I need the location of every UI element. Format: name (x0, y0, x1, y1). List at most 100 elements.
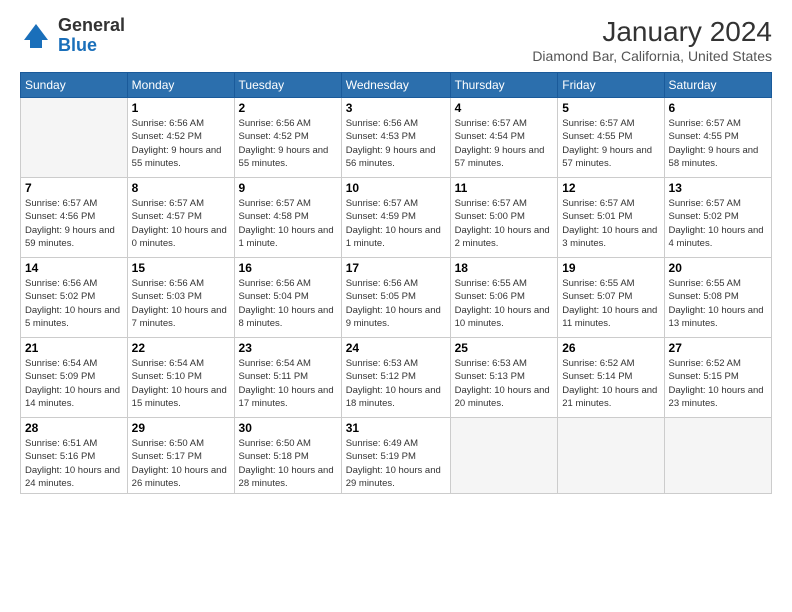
page: General Blue January 2024 Diamond Bar, C… (0, 0, 792, 612)
day-info: Sunrise: 6:55 AMSunset: 5:08 PMDaylight:… (669, 277, 767, 330)
table-row: 7 Sunrise: 6:57 AMSunset: 4:56 PMDayligh… (21, 178, 128, 258)
table-row: 13 Sunrise: 6:57 AMSunset: 5:02 PMDaylig… (664, 178, 771, 258)
table-row: 14 Sunrise: 6:56 AMSunset: 5:02 PMDaylig… (21, 258, 128, 338)
day-info: Sunrise: 6:57 AMSunset: 5:02 PMDaylight:… (669, 197, 767, 250)
table-row: 24 Sunrise: 6:53 AMSunset: 5:12 PMDaylig… (341, 338, 450, 418)
day-number: 10 (346, 181, 446, 195)
day-info: Sunrise: 6:55 AMSunset: 5:07 PMDaylight:… (562, 277, 659, 330)
day-info: Sunrise: 6:54 AMSunset: 5:09 PMDaylight:… (25, 357, 123, 410)
day-number: 1 (132, 101, 230, 115)
logo-icon (20, 20, 52, 52)
day-info: Sunrise: 6:57 AMSunset: 4:58 PMDaylight:… (239, 197, 337, 250)
day-number: 29 (132, 421, 230, 435)
day-info: Sunrise: 6:57 AMSunset: 4:57 PMDaylight:… (132, 197, 230, 250)
table-row: 9 Sunrise: 6:57 AMSunset: 4:58 PMDayligh… (234, 178, 341, 258)
calendar-table: Sunday Monday Tuesday Wednesday Thursday… (20, 72, 772, 494)
day-number: 14 (25, 261, 123, 275)
col-tuesday: Tuesday (234, 73, 341, 98)
day-info: Sunrise: 6:57 AMSunset: 4:55 PMDaylight:… (669, 117, 767, 170)
header: General Blue January 2024 Diamond Bar, C… (20, 16, 772, 64)
day-info: Sunrise: 6:51 AMSunset: 5:16 PMDaylight:… (25, 437, 123, 490)
day-info: Sunrise: 6:56 AMSunset: 5:03 PMDaylight:… (132, 277, 230, 330)
table-row: 16 Sunrise: 6:56 AMSunset: 5:04 PMDaylig… (234, 258, 341, 338)
table-row: 25 Sunrise: 6:53 AMSunset: 5:13 PMDaylig… (450, 338, 558, 418)
day-number: 12 (562, 181, 659, 195)
table-row: 3 Sunrise: 6:56 AMSunset: 4:53 PMDayligh… (341, 98, 450, 178)
day-info: Sunrise: 6:54 AMSunset: 5:10 PMDaylight:… (132, 357, 230, 410)
day-info: Sunrise: 6:56 AMSunset: 4:52 PMDaylight:… (239, 117, 337, 170)
table-row: 21 Sunrise: 6:54 AMSunset: 5:09 PMDaylig… (21, 338, 128, 418)
day-number: 5 (562, 101, 659, 115)
col-sunday: Sunday (21, 73, 128, 98)
table-row: 30 Sunrise: 6:50 AMSunset: 5:18 PMDaylig… (234, 418, 341, 494)
table-row: 11 Sunrise: 6:57 AMSunset: 5:00 PMDaylig… (450, 178, 558, 258)
table-row: 10 Sunrise: 6:57 AMSunset: 4:59 PMDaylig… (341, 178, 450, 258)
day-info: Sunrise: 6:57 AMSunset: 5:00 PMDaylight:… (455, 197, 554, 250)
col-thursday: Thursday (450, 73, 558, 98)
table-row: 17 Sunrise: 6:56 AMSunset: 5:05 PMDaylig… (341, 258, 450, 338)
day-info: Sunrise: 6:57 AMSunset: 4:59 PMDaylight:… (346, 197, 446, 250)
table-row: 23 Sunrise: 6:54 AMSunset: 5:11 PMDaylig… (234, 338, 341, 418)
table-row: 27 Sunrise: 6:52 AMSunset: 5:15 PMDaylig… (664, 338, 771, 418)
table-row: 5 Sunrise: 6:57 AMSunset: 4:55 PMDayligh… (558, 98, 664, 178)
day-number: 26 (562, 341, 659, 355)
day-number: 15 (132, 261, 230, 275)
table-row: 2 Sunrise: 6:56 AMSunset: 4:52 PMDayligh… (234, 98, 341, 178)
day-number: 9 (239, 181, 337, 195)
table-row: 28 Sunrise: 6:51 AMSunset: 5:16 PMDaylig… (21, 418, 128, 494)
day-number: 18 (455, 261, 554, 275)
day-info: Sunrise: 6:56 AMSunset: 5:02 PMDaylight:… (25, 277, 123, 330)
table-row (558, 418, 664, 494)
day-number: 6 (669, 101, 767, 115)
location: Diamond Bar, California, United States (532, 48, 772, 64)
day-number: 30 (239, 421, 337, 435)
day-number: 7 (25, 181, 123, 195)
day-number: 25 (455, 341, 554, 355)
logo-blue: Blue (58, 35, 97, 55)
title-block: January 2024 Diamond Bar, California, Un… (532, 16, 772, 64)
day-number: 3 (346, 101, 446, 115)
day-info: Sunrise: 6:49 AMSunset: 5:19 PMDaylight:… (346, 437, 446, 490)
day-info: Sunrise: 6:57 AMSunset: 5:01 PMDaylight:… (562, 197, 659, 250)
day-info: Sunrise: 6:57 AMSunset: 4:56 PMDaylight:… (25, 197, 123, 250)
day-number: 4 (455, 101, 554, 115)
day-number: 13 (669, 181, 767, 195)
day-info: Sunrise: 6:50 AMSunset: 5:18 PMDaylight:… (239, 437, 337, 490)
table-row (450, 418, 558, 494)
day-number: 16 (239, 261, 337, 275)
month-title: January 2024 (532, 16, 772, 48)
day-info: Sunrise: 6:50 AMSunset: 5:17 PMDaylight:… (132, 437, 230, 490)
day-number: 23 (239, 341, 337, 355)
day-number: 21 (25, 341, 123, 355)
day-number: 27 (669, 341, 767, 355)
day-number: 2 (239, 101, 337, 115)
day-info: Sunrise: 6:57 AMSunset: 4:55 PMDaylight:… (562, 117, 659, 170)
day-number: 8 (132, 181, 230, 195)
day-info: Sunrise: 6:57 AMSunset: 4:54 PMDaylight:… (455, 117, 554, 170)
day-info: Sunrise: 6:53 AMSunset: 5:12 PMDaylight:… (346, 357, 446, 410)
table-row (664, 418, 771, 494)
table-row: 1 Sunrise: 6:56 AMSunset: 4:52 PMDayligh… (127, 98, 234, 178)
col-monday: Monday (127, 73, 234, 98)
table-row: 18 Sunrise: 6:55 AMSunset: 5:06 PMDaylig… (450, 258, 558, 338)
col-saturday: Saturday (664, 73, 771, 98)
table-row: 20 Sunrise: 6:55 AMSunset: 5:08 PMDaylig… (664, 258, 771, 338)
col-wednesday: Wednesday (341, 73, 450, 98)
table-row: 8 Sunrise: 6:57 AMSunset: 4:57 PMDayligh… (127, 178, 234, 258)
day-info: Sunrise: 6:55 AMSunset: 5:06 PMDaylight:… (455, 277, 554, 330)
table-row (21, 98, 128, 178)
day-info: Sunrise: 6:56 AMSunset: 4:52 PMDaylight:… (132, 117, 230, 170)
day-number: 11 (455, 181, 554, 195)
day-info: Sunrise: 6:56 AMSunset: 4:53 PMDaylight:… (346, 117, 446, 170)
day-number: 22 (132, 341, 230, 355)
logo-text: General Blue (58, 16, 125, 56)
table-row: 12 Sunrise: 6:57 AMSunset: 5:01 PMDaylig… (558, 178, 664, 258)
table-row: 4 Sunrise: 6:57 AMSunset: 4:54 PMDayligh… (450, 98, 558, 178)
day-info: Sunrise: 6:52 AMSunset: 5:15 PMDaylight:… (669, 357, 767, 410)
table-row: 29 Sunrise: 6:50 AMSunset: 5:17 PMDaylig… (127, 418, 234, 494)
day-info: Sunrise: 6:54 AMSunset: 5:11 PMDaylight:… (239, 357, 337, 410)
day-number: 31 (346, 421, 446, 435)
day-info: Sunrise: 6:53 AMSunset: 5:13 PMDaylight:… (455, 357, 554, 410)
table-row: 22 Sunrise: 6:54 AMSunset: 5:10 PMDaylig… (127, 338, 234, 418)
day-number: 17 (346, 261, 446, 275)
